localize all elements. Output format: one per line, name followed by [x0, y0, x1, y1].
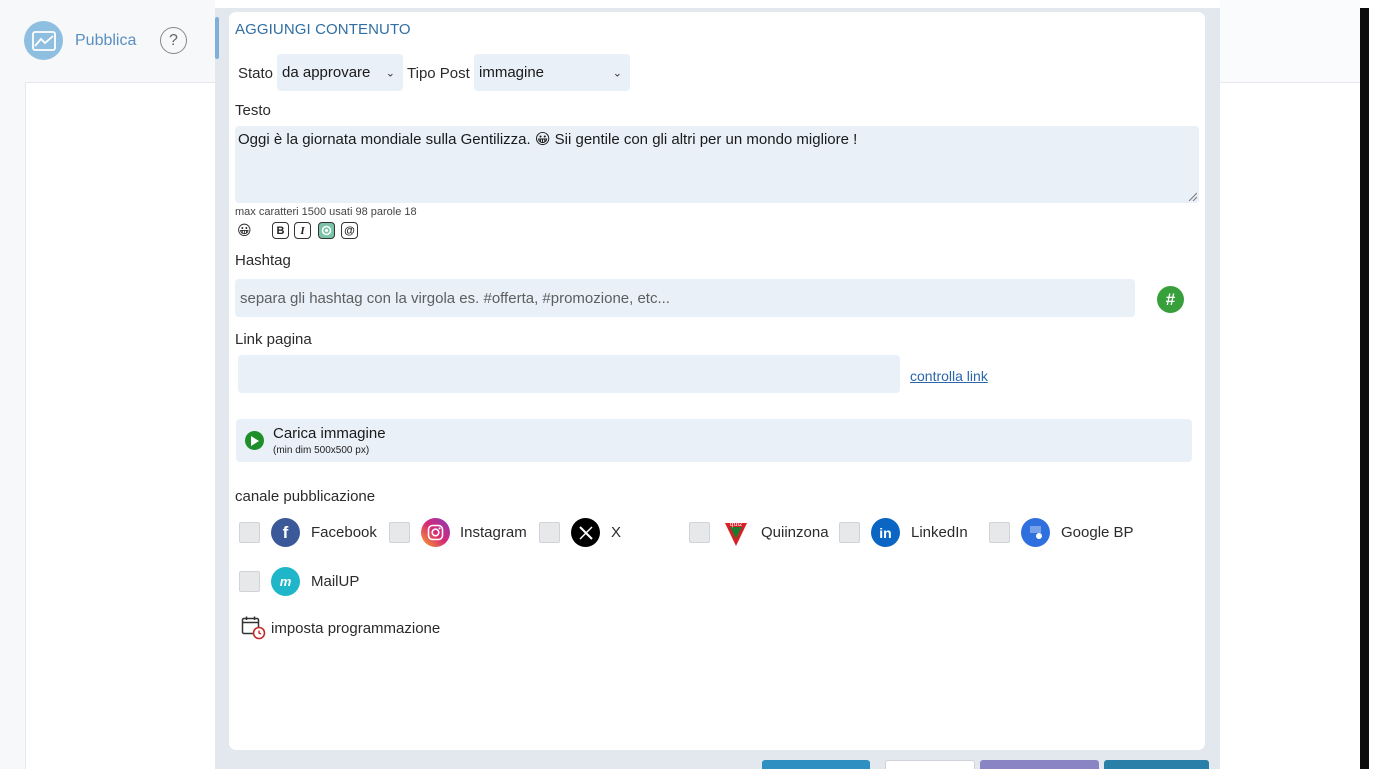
quiinzona-icon: quiz	[722, 517, 750, 547]
channel-label-google-bp: Google BP	[1061, 524, 1134, 541]
chevron-down-icon: ⌄	[385, 67, 395, 79]
channel-checkbox-mailup[interactable]	[239, 571, 260, 592]
calendar-clock-icon[interactable]	[241, 615, 266, 640]
channel-checkbox-facebook[interactable]	[239, 522, 260, 543]
resize-handle-icon[interactable]	[1187, 191, 1197, 201]
channel-checkbox-quiinzona[interactable]	[689, 522, 710, 543]
hashtag-button[interactable]: #	[1157, 286, 1184, 313]
publish-logo-icon[interactable]	[24, 21, 63, 60]
channel-checkbox-google-bp[interactable]	[989, 522, 1010, 543]
instagram-icon	[421, 518, 450, 547]
publish-label[interactable]: Pubblica	[75, 32, 136, 50]
channel-checkbox-instagram[interactable]	[389, 522, 410, 543]
stato-select[interactable]: da approvare ⌄	[277, 54, 403, 91]
bold-button[interactable]: B	[272, 222, 289, 239]
channel-label-quiinzona: Quiinzona	[761, 524, 829, 541]
testo-value: Oggi è la giornata mondiale sulla Gentil…	[238, 131, 858, 148]
testo-label: Testo	[235, 102, 271, 119]
google-bp-icon	[1021, 518, 1050, 547]
mention-button[interactable]: @	[341, 222, 358, 239]
link-label: Link pagina	[235, 331, 312, 348]
facebook-icon: f	[271, 518, 300, 547]
channel-label-mailup: MailUP	[311, 573, 360, 590]
check-link-button[interactable]: controlla link	[910, 368, 988, 384]
footer-button-3[interactable]	[980, 760, 1099, 769]
tipo-post-select[interactable]: immagine ⌄	[474, 54, 630, 91]
panel-title: AGGIUNGI CONTENUTO	[235, 21, 411, 38]
italic-button[interactable]: I	[294, 222, 311, 239]
play-icon[interactable]	[245, 431, 264, 450]
tipo-post-label: Tipo Post	[407, 65, 470, 82]
linkedin-icon: in	[871, 518, 900, 547]
emoji-picker-icon[interactable]: 😀	[237, 222, 252, 239]
ai-assistant-icon[interactable]	[318, 222, 335, 239]
hashtag-label: Hashtag	[235, 252, 291, 269]
link-input[interactable]	[238, 355, 900, 393]
channel-label-instagram: Instagram	[460, 524, 527, 541]
right-content-area	[1220, 82, 1360, 769]
window-edge	[1360, 8, 1369, 769]
stato-label: Stato	[238, 65, 274, 82]
channel-checkbox-linkedin[interactable]	[839, 522, 860, 543]
upload-subtitle: (min dim 500x500 px)	[273, 445, 370, 456]
x-icon	[571, 518, 600, 547]
upload-title: Carica immagine	[273, 425, 386, 442]
channel-label-x: X	[611, 524, 622, 541]
help-icon[interactable]: ?	[160, 27, 187, 54]
tipo-post-value: immagine	[479, 64, 545, 81]
schedule-label[interactable]: imposta programmazione	[271, 620, 440, 637]
footer-button-1[interactable]	[762, 760, 870, 769]
svg-text:quiz: quiz	[730, 521, 742, 528]
mailup-icon: m	[271, 567, 300, 596]
footer-button-2[interactable]	[885, 760, 975, 769]
footer-button-4[interactable]	[1104, 760, 1209, 769]
channels-label: canale pubblicazione	[235, 488, 376, 505]
hashtag-input[interactable]	[235, 279, 1135, 317]
channel-checkbox-x[interactable]	[539, 522, 560, 543]
character-counter: max caratteri 1500 usati 98 parole 18	[235, 206, 417, 218]
chevron-down-icon: ⌄	[612, 67, 622, 79]
channel-label-facebook: Facebook	[311, 524, 377, 541]
panel-accent	[215, 17, 219, 59]
channel-label-linkedin: LinkedIn	[911, 524, 968, 541]
left-content-area	[25, 82, 215, 769]
stato-value: da approvare	[282, 64, 371, 81]
testo-textarea[interactable]: Oggi è la giornata mondiale sulla Gentil…	[235, 126, 1199, 203]
